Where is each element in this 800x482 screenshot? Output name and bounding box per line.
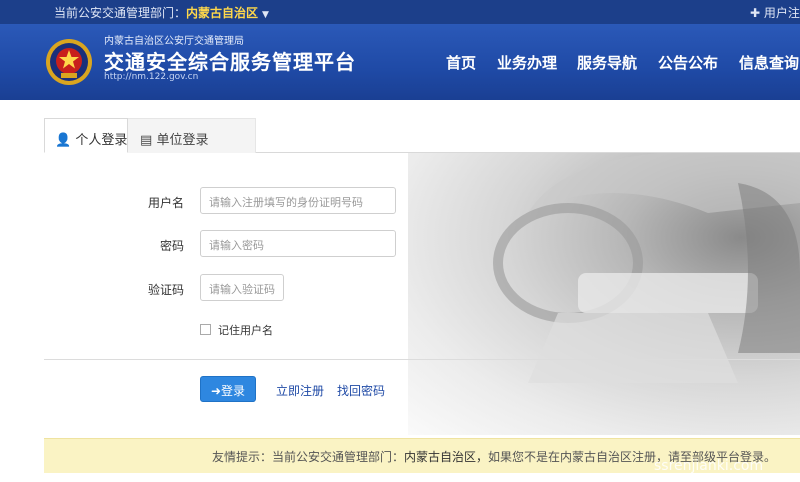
- notice-region: 内蒙古自治区，: [404, 450, 489, 464]
- username-label: 用户名: [147, 196, 184, 210]
- site-url: http://nm.122.gov.cn: [104, 72, 199, 82]
- department-prefix: 当前公安交通管理部门：: [54, 6, 187, 20]
- tab-personal-login[interactable]: 👤 个人登录: [44, 118, 128, 153]
- nav-business[interactable]: 业务办理: [497, 52, 557, 73]
- login-arrow-icon: ➜: [210, 384, 222, 398]
- car-driver-illustration: [493, 153, 800, 383]
- login-tabs: 👤 个人登录 ▤ 单位登录: [44, 118, 800, 153]
- login-button-label: 登录: [221, 384, 246, 398]
- register-link[interactable]: 立即注册: [276, 382, 324, 399]
- password-label: 密码: [159, 239, 184, 253]
- current-department[interactable]: 当前公安交通管理部门：内蒙古自治区 ▼: [54, 4, 269, 21]
- nav-home[interactable]: 首页: [446, 52, 476, 73]
- login-button[interactable]: ➜登录: [200, 376, 256, 402]
- department-region[interactable]: 内蒙古自治区: [186, 6, 258, 20]
- chevron-down-icon[interactable]: ▼: [262, 10, 269, 20]
- tab-unit-label: 单位登录: [156, 133, 209, 148]
- recover-password-link[interactable]: 找回密码: [337, 382, 385, 399]
- username-input[interactable]: 请输入注册填写的身份证明号码: [200, 187, 396, 214]
- building-icon: ▤: [140, 133, 153, 148]
- nav-service-guide[interactable]: 服务导航: [577, 52, 637, 73]
- top-bar: 当前公安交通管理部门：内蒙古自治区 ▼ ✚ 用户注册: [0, 0, 800, 24]
- user-register-link[interactable]: ✚ 用户注册: [750, 4, 800, 21]
- nav-info-query[interactable]: 信息查询: [739, 52, 799, 73]
- password-input[interactable]: 请输入密码: [200, 230, 396, 257]
- notice-prefix: 友情提示：当前公安交通管理部门：: [212, 450, 405, 464]
- captcha-label: 验证码: [147, 283, 184, 297]
- police-emblem-icon: [46, 39, 92, 85]
- remember-label[interactable]: 记住用户名: [218, 322, 273, 338]
- form-divider: [44, 359, 800, 360]
- org-name: 内蒙古自治区公安厅交通管理局: [104, 36, 244, 47]
- watermark: ssrenjianki.com: [654, 458, 764, 474]
- user-register-label: 用户注册: [763, 6, 800, 20]
- person-icon: 👤: [55, 133, 72, 148]
- plus-icon: ✚: [750, 6, 761, 20]
- tab-personal-label: 个人登录: [75, 133, 128, 148]
- nav-announcements[interactable]: 公告公布: [658, 52, 718, 73]
- background-photo: [408, 153, 800, 435]
- tab-unit-login[interactable]: ▤ 单位登录: [128, 118, 256, 153]
- platform-title: 交通安全综合服务管理平台: [104, 50, 356, 74]
- remember-checkbox[interactable]: [200, 324, 211, 335]
- captcha-input[interactable]: 请输入验证码: [200, 274, 284, 301]
- site-header: 内蒙古自治区公安厅交通管理局 交通安全综合服务管理平台 http://nm.12…: [0, 24, 800, 100]
